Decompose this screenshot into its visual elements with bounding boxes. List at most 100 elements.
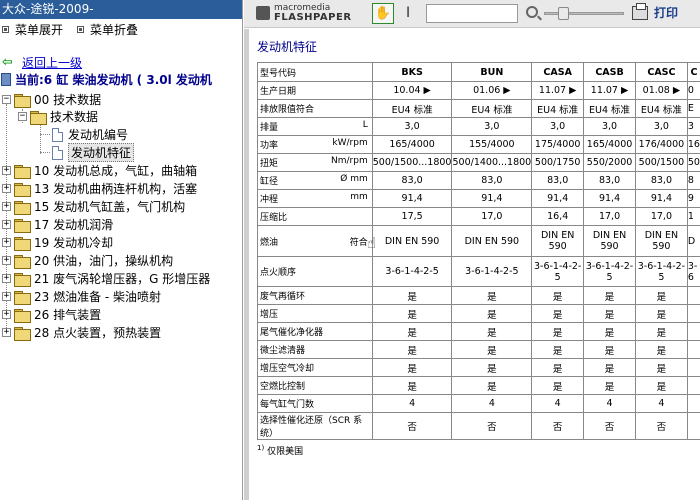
tree-node-20[interactable]: + 20 供油，油门，操纵机构	[2, 252, 173, 269]
table-cell: 是	[371, 376, 453, 395]
table-cell: 176/4000	[634, 135, 688, 154]
zoom-icon[interactable]	[526, 6, 538, 18]
table-cell: 165/4000	[583, 135, 636, 154]
table-cell: 否	[531, 412, 585, 440]
text-select-button[interactable]: I	[406, 5, 410, 21]
table-cell: 550/2000	[583, 153, 636, 172]
zoom-slider-thumb[interactable]	[558, 7, 569, 20]
row-label-cell: 功率 kW/rpm	[257, 135, 373, 154]
tree-node-28[interactable]: + 28 点火装置，预热装置	[2, 324, 161, 341]
table-cell: 3-6	[686, 256, 700, 287]
expand-toggle-icon[interactable]: +	[2, 274, 11, 283]
tree-node-label: 20 供油，油门，操纵机构	[34, 254, 174, 268]
expand-toggle-icon[interactable]: +	[2, 310, 11, 319]
table-cell: 3,0	[531, 117, 585, 136]
table-row: 排量 L 3,0 3,0 3,0 3,0 3,0 3	[257, 117, 700, 136]
table-cell: 是	[531, 322, 585, 341]
document-icon	[52, 127, 63, 142]
tree-node-17[interactable]: + 17 发动机润滑	[2, 216, 113, 233]
expand-icon	[2, 25, 9, 33]
table-cell: 是	[583, 376, 636, 395]
table-row: 每气缸气门数 4 4 4 4 4	[257, 394, 700, 413]
table-row: 燃油 符合 DIN EN 590 DIN EN 590 DIN EN 590 DIN EN…	[257, 225, 700, 257]
tree-node-label: 15 发动机气缸盖，气门机构	[34, 200, 186, 214]
table-cell: 否	[451, 412, 533, 440]
table-cell: 是	[583, 286, 636, 305]
expand-toggle-icon[interactable]: +	[2, 256, 11, 265]
flashpaper-logo: macromedia FLASHPAPER	[256, 4, 352, 23]
expand-toggle-icon[interactable]: +	[2, 220, 11, 229]
folder-icon	[14, 236, 31, 251]
expand-toggle-icon[interactable]: +	[2, 292, 11, 301]
row-label-cell: 燃油 符合	[257, 225, 373, 257]
table-cell: 91,4	[634, 189, 688, 208]
collapse-toggle-icon[interactable]: −	[18, 112, 27, 121]
table-cell: 9	[686, 189, 700, 208]
tree-leaf-engine-number[interactable]: 发动机编号	[52, 126, 128, 143]
table-cell: 是	[451, 304, 533, 323]
collapse-toggle-icon[interactable]: −	[2, 95, 11, 104]
tree-node-label: 13 发动机曲柄连杆机构，活塞	[34, 182, 198, 196]
table-cell: 是	[531, 358, 585, 377]
row-label-cell: 增压	[257, 304, 373, 323]
tree-leaf-engine-features[interactable]: 发动机特征	[52, 143, 135, 162]
table-cell: 11.07 ▶	[583, 81, 636, 100]
table-cell: 是	[634, 286, 688, 305]
table-cell: EU4 标准	[451, 99, 533, 118]
table-cell: 3,0	[451, 117, 533, 136]
tree-node-21[interactable]: + 21 废气涡轮增压器，G 形增压器	[2, 270, 210, 287]
expand-toggle-icon[interactable]: +	[2, 328, 11, 337]
table-cell	[686, 304, 700, 323]
tree-node-00[interactable]: − 00 技术数据	[2, 91, 101, 108]
table-cell: 500/1750	[531, 153, 585, 172]
table-cell: 17,5	[371, 207, 453, 226]
tree-node-13[interactable]: + 13 发动机曲柄连杆机构，活塞	[2, 180, 197, 197]
table-cell: 是	[583, 358, 636, 377]
footnote-mark: 1)	[257, 444, 265, 452]
table-row: 微尘滤清器是是是是是	[257, 340, 700, 359]
menu-row: 菜单展开 菜单折叠	[0, 19, 242, 39]
table-cell: 91,4	[371, 189, 453, 208]
tree-node-label-selected: 发动机特征	[68, 143, 135, 162]
expand-toggle-icon[interactable]: +	[2, 238, 11, 247]
expand-toggle-icon[interactable]: +	[2, 184, 11, 193]
table-cell	[686, 394, 700, 413]
column-header: C	[686, 62, 700, 82]
table-row: 废气再循环是是是是是	[257, 286, 700, 305]
table-cell: EU4 标准	[583, 99, 636, 118]
expand-menu-button[interactable]: 菜单展开	[2, 21, 63, 38]
table-cell: 是	[451, 376, 533, 395]
row-label: 尾气催化净化器	[260, 328, 324, 338]
table-cell: 11.07 ▶	[531, 81, 585, 100]
collapse-menu-label: 菜单折叠	[90, 22, 139, 37]
expand-toggle-icon[interactable]: +	[2, 202, 11, 211]
table-row: 排放限值符合 EU4 标准 EU4 标准 EU4 标准 EU4 标准 EU4 标准 E	[257, 99, 700, 118]
print-button[interactable]: 打印	[632, 2, 678, 21]
row-label-cell: 缸径 Ø mm	[257, 171, 373, 190]
table-cell: 是	[583, 322, 636, 341]
row-label-cell: 压缩比	[257, 207, 373, 226]
collapse-icon	[77, 25, 85, 33]
tree-node-19[interactable]: + 19 发动机冷却	[2, 234, 113, 251]
row-label: 功率	[260, 141, 279, 151]
current-location-label: 当前:6 缸 柴油发动机 ( 3.0l 发动机	[15, 73, 212, 87]
tree-node-15[interactable]: + 15 发动机气缸盖，气门机构	[2, 198, 185, 215]
tree-node-10[interactable]: + 10 发动机总成，气缸，曲轴箱	[2, 162, 197, 179]
document-icon	[52, 145, 63, 160]
table-cell: 83,0	[371, 171, 453, 190]
collapse-menu-button[interactable]: 菜单折叠	[77, 21, 138, 38]
zoom-slider-track[interactable]	[544, 12, 624, 15]
back-link[interactable]: ⇦ 返回上一级	[2, 54, 82, 71]
tree-node-tech-data[interactable]: − 技术数据	[18, 108, 98, 125]
tree-node-26[interactable]: + 26 排气装置	[2, 306, 101, 323]
folder-icon	[14, 308, 31, 323]
table-row: 生产日期 10.04 ▶ 01.06 ▶ 11.07 ▶ 11.07 ▶ 01.08 ▶ 0	[257, 81, 700, 100]
expand-toggle-icon[interactable]: +	[2, 166, 11, 175]
tree-node-label: 10 发动机总成，气缸，曲轴箱	[34, 164, 198, 178]
panel-title: 大众-途锐-2009-	[0, 0, 242, 19]
hand-tool-button[interactable]: ✋	[372, 3, 394, 24]
page-number-input[interactable]	[426, 4, 518, 23]
table-cell	[686, 322, 700, 341]
tree-node-23[interactable]: + 23 燃油准备 - 柴油喷射	[2, 288, 161, 305]
folder-icon	[14, 290, 31, 305]
